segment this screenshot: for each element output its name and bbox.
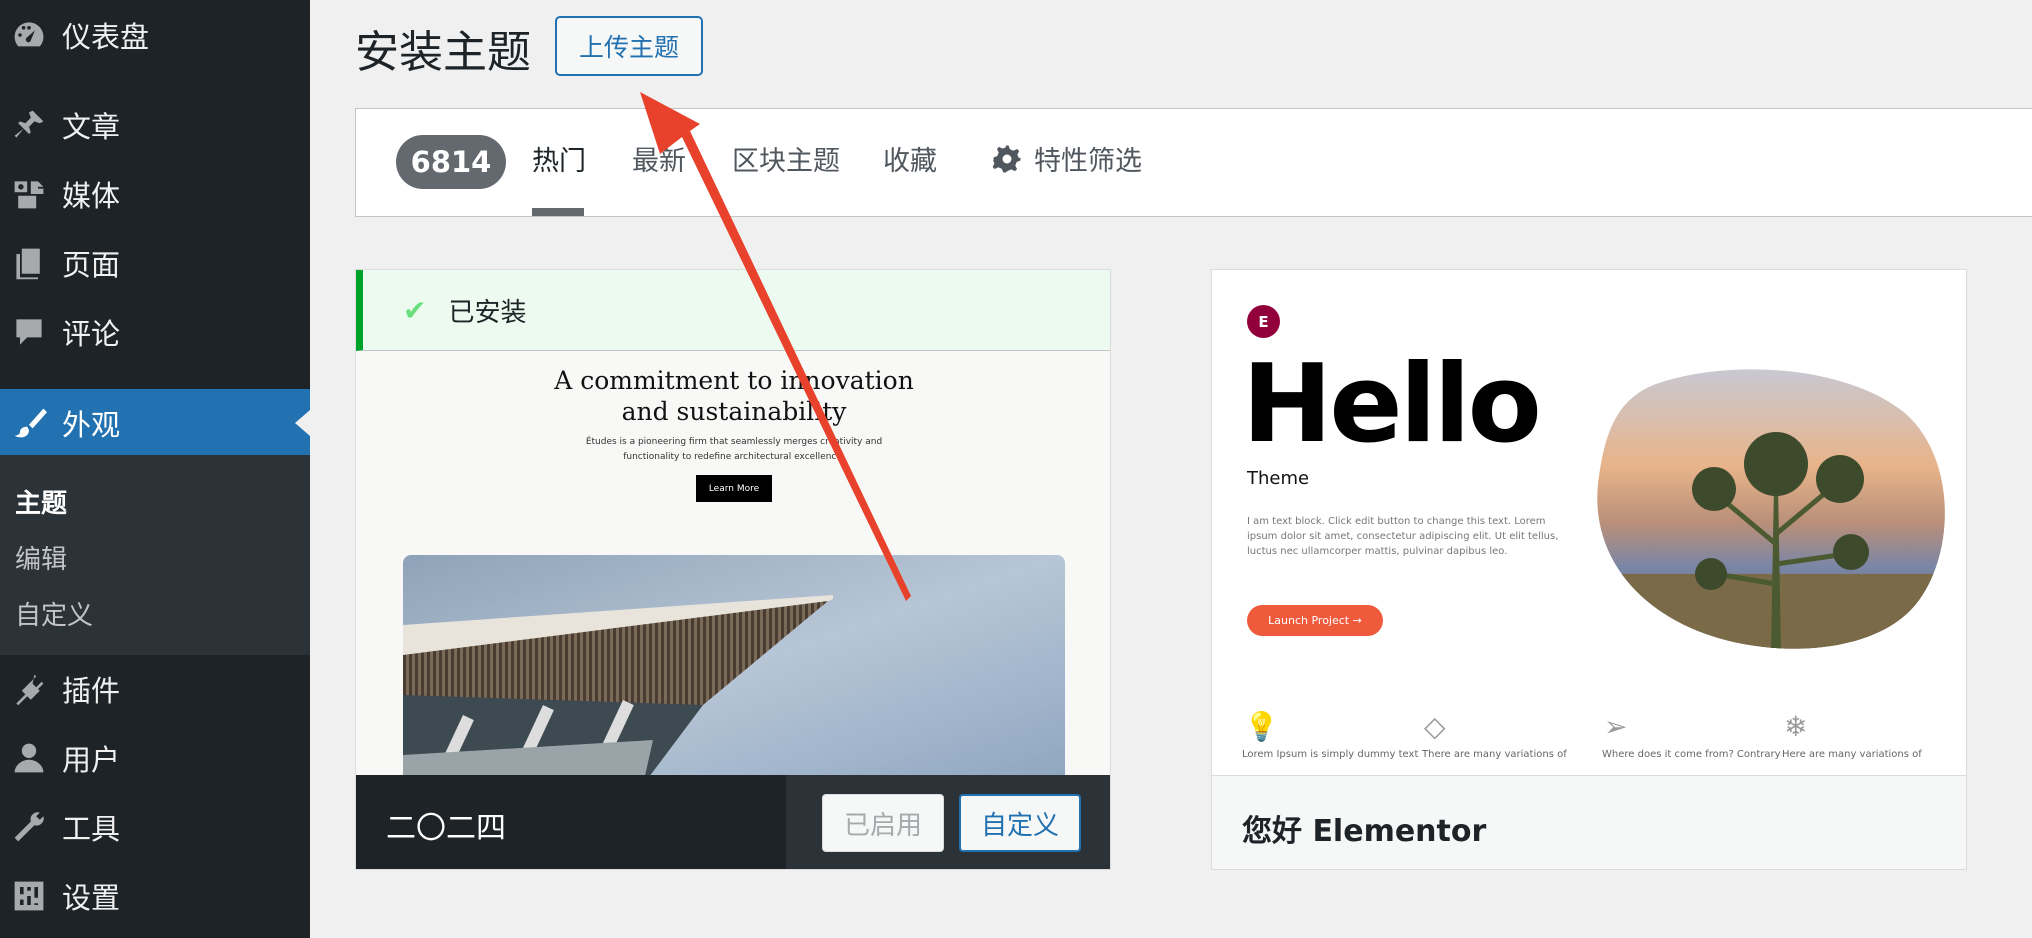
dashboard-icon: [8, 14, 50, 56]
sidebar-item-comments[interactable]: 评论: [0, 299, 310, 365]
activated-button: 已启用: [822, 794, 944, 852]
sidebar-item-label: 外观: [62, 408, 121, 442]
preview-feature: ❄ Here are many variations of: [1782, 710, 1952, 760]
feature-text: Here are many variations of: [1782, 749, 1922, 760]
page-title: 安装主题: [355, 27, 531, 78]
tab-latest[interactable]: 最新: [632, 139, 686, 178]
theme-screenshot[interactable]: A commitment to innovation and sustainab…: [356, 351, 1110, 775]
theme-card-hello-elementor[interactable]: E Hello Theme I am text block. Click edi…: [1211, 269, 1967, 870]
theme-filter-bar: 6814 热门 最新 区块主题 收藏 特性筛选: [355, 108, 2032, 217]
active-tab-indicator: [532, 208, 584, 216]
media-icon: [8, 173, 50, 215]
feature-text: Lorem Ipsum is simply dummy text: [1242, 749, 1419, 760]
active-menu-arrow: [295, 410, 310, 436]
preview-headline-line2: and sustainability: [621, 397, 847, 426]
paintbrush-icon: [8, 402, 50, 444]
installed-notice: ✔ 已安装: [356, 270, 1110, 351]
preview-feature: ◇ There are many variations of: [1422, 710, 1592, 760]
sidebar-item-label: 评论: [62, 317, 121, 351]
installed-notice-text: 已安装: [448, 297, 527, 328]
theme-card-footer: 二〇二四 已启用 自定义: [356, 775, 1110, 869]
snowflake-icon: ❄: [1784, 710, 1808, 743]
sidebar-item-media[interactable]: 媒体: [0, 161, 310, 227]
gear-icon: [992, 145, 1021, 172]
preview-headline-line1: A commitment to innovation: [554, 366, 914, 395]
theme-count-badge: 6814: [396, 135, 506, 189]
appearance-submenu: 主题 编辑 自定义: [0, 455, 310, 655]
theme-card-twentytwentyfour[interactable]: ✔ 已安装 A commitment to innovation and sus…: [355, 269, 1111, 870]
diamond-icon: ◇: [1424, 710, 1446, 743]
preview-learn-more-button: Learn More: [696, 475, 772, 502]
sidebar-item-pages[interactable]: 页面: [0, 230, 310, 296]
sidebar-item-label: 插件: [62, 674, 121, 708]
feature-filter-label: 特性筛选: [1034, 146, 1142, 177]
paper-plane-icon: ➢: [1604, 710, 1628, 743]
preview-subtitle: Theme: [1247, 468, 1310, 489]
customize-button[interactable]: 自定义: [959, 794, 1081, 852]
tab-block-themes[interactable]: 区块主题: [732, 139, 840, 178]
preview-hello-heading: Hello: [1242, 342, 1542, 467]
sidebar-item-tools[interactable]: 工具: [0, 794, 310, 860]
checkmark-icon: ✔: [403, 293, 427, 327]
sidebar-item-label: 设置: [62, 881, 121, 915]
preview-features: 💡 Lorem Ipsum is simply dummy text ◇ The…: [1212, 710, 1966, 775]
sidebar-item-label: 工具: [62, 812, 121, 846]
preview-description: Études is a pioneering firm that seamles…: [585, 437, 883, 462]
tab-popular[interactable]: 热门: [532, 139, 586, 178]
submenu-item-editor[interactable]: 编辑: [15, 539, 67, 576]
sidebar-item-label: 媒体: [62, 179, 121, 213]
tab-favorites[interactable]: 收藏: [883, 139, 937, 178]
submenu-item-themes[interactable]: 主题: [15, 483, 67, 520]
settings-sliders-icon: [8, 875, 50, 917]
sidebar-item-users[interactable]: 用户: [0, 725, 310, 791]
sidebar-item-dashboard[interactable]: 仪表盘: [0, 2, 310, 68]
theme-card-footer: 您好 Elementor: [1212, 775, 1966, 869]
submenu-item-customize[interactable]: 自定义: [15, 595, 93, 632]
elementor-logo: E: [1247, 305, 1280, 338]
lightbulb-icon: 💡: [1244, 710, 1279, 743]
theme-name: 您好 Elementor: [1242, 814, 1487, 849]
preview-feature: 💡 Lorem Ipsum is simply dummy text: [1242, 710, 1419, 760]
upload-theme-button[interactable]: 上传主题: [555, 16, 703, 76]
sidebar-item-posts[interactable]: 文章: [0, 92, 310, 158]
preview-launch-button: Launch Project →: [1247, 605, 1383, 636]
sidebar-item-appearance[interactable]: 外观: [0, 389, 310, 457]
plugin-icon: [8, 668, 50, 710]
theme-name: 二〇二四: [386, 811, 506, 846]
sidebar-item-label: 页面: [62, 248, 121, 282]
user-icon: [8, 737, 50, 779]
page-icon: [8, 242, 50, 284]
preview-headline: A commitment to innovation and sustainab…: [356, 365, 1110, 427]
feature-text: Where does it come from? Contrary: [1602, 749, 1781, 760]
theme-screenshot[interactable]: E Hello Theme I am text block. Click edi…: [1212, 270, 1966, 775]
architecture-photo: [403, 555, 1065, 775]
feature-filter-button[interactable]: 特性筛选: [992, 139, 1142, 178]
sidebar-item-plugins[interactable]: 插件: [0, 656, 310, 722]
wrench-icon: [8, 806, 50, 848]
feature-text: There are many variations of: [1422, 749, 1567, 760]
comment-icon: [8, 311, 50, 353]
admin-sidebar: 仪表盘 文章 媒体 页面 评论 外观 主题 编辑 自定义 插件 用户 工具 设置: [0, 0, 310, 938]
pushpin-icon: [8, 104, 50, 146]
sidebar-item-settings[interactable]: 设置: [0, 863, 310, 929]
preview-feature: ➢ Where does it come from? Contrary: [1602, 710, 1781, 760]
thistle-photo: [1597, 369, 1945, 649]
sidebar-item-label: 仪表盘: [62, 20, 150, 54]
preview-paragraph: I am text block. Click edit button to ch…: [1247, 516, 1559, 557]
sidebar-item-label: 用户: [62, 743, 121, 777]
sidebar-item-label: 文章: [62, 110, 121, 144]
